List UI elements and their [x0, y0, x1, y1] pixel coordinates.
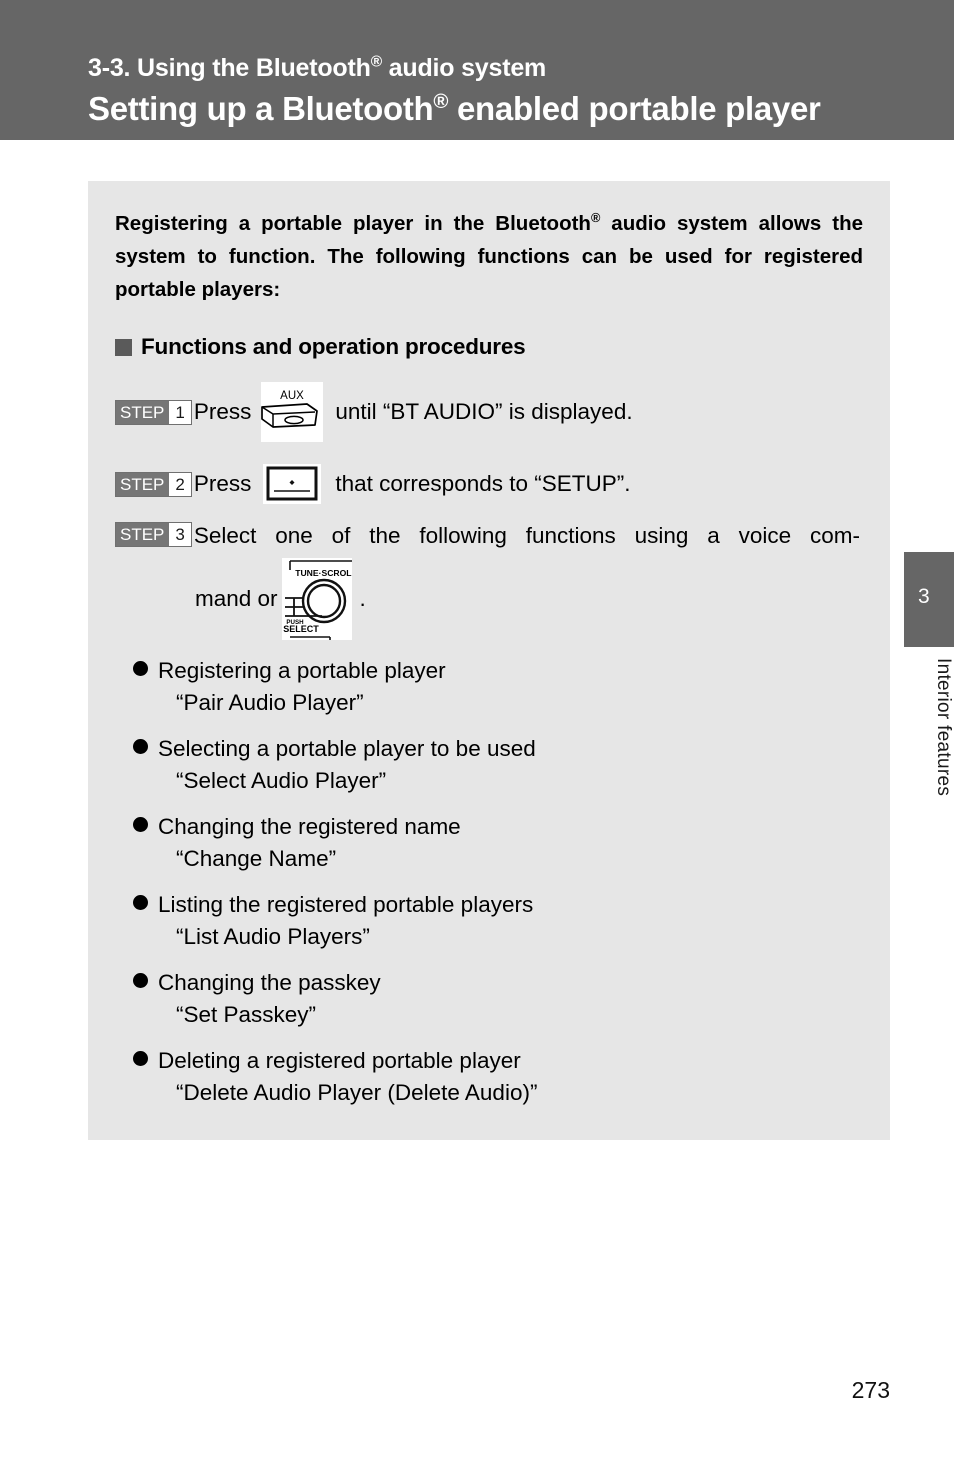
function-command: “List Audio Players” [176, 924, 370, 950]
round-bullet-icon [133, 895, 148, 911]
registered-trademark-icon: ® [590, 210, 601, 226]
chapter-tab: 3 [904, 552, 954, 647]
function-description: Changing the registered name [158, 814, 461, 840]
intro-text-pre: Registering a portable player in the Blu… [115, 212, 591, 235]
svg-text:SELECT: SELECT [283, 624, 319, 634]
page-number: 273 [851, 1377, 890, 1403]
function-command: “Delete Audio Player (Delete Audio)” [176, 1080, 538, 1106]
round-bullet-icon [133, 817, 148, 833]
step-2-text-after: that corresponds to “SETUP”. [335, 470, 631, 496]
step-2-text-before: Press [193, 470, 252, 496]
step-3-continuation: mand or TUNE·SCROLL PUSH SELECT . [195, 558, 860, 641]
function-command: “Select Audio Player” [176, 768, 387, 794]
round-bullet-icon [133, 661, 148, 677]
step-badge-number: 1 [168, 400, 191, 424]
list-item: Selecting a portable player to be used “… [115, 736, 860, 794]
display-select-button-icon[interactable] [263, 464, 322, 504]
step-badge-1: STEP 1 [115, 399, 192, 425]
list-item: Deleting a registered portable player “D… [115, 1048, 860, 1106]
step-3-text-line2-after: . [359, 586, 366, 612]
page-title-pre: Setting up a Bluetooth [88, 90, 434, 127]
step-1-text-before: Press [193, 398, 252, 424]
list-item: Changing the passkey “Set Passkey” [115, 970, 860, 1028]
registered-trademark-icon: ® [433, 90, 449, 113]
function-description: Changing the passkey [158, 970, 381, 996]
function-description: Listing the registered portable players [158, 892, 534, 918]
step-badge-number: 3 [168, 523, 191, 546]
function-command: “Pair Audio Player” [176, 690, 364, 716]
step-row-2: STEP 2 Press that corresponds to “SETUP”. [115, 464, 860, 504]
function-description: Registering a portable player [158, 658, 446, 684]
section-heading: Functions and operation procedures [115, 334, 860, 360]
function-command: “Change Name” [176, 846, 337, 872]
square-bullet-icon [115, 338, 132, 356]
header-section-label-post: audio system [381, 54, 547, 82]
chapter-number: 3 [918, 585, 930, 608]
step-badge-word: STEP [116, 472, 169, 496]
list-item: Changing the registered name “Change Nam… [115, 814, 860, 872]
header-section-label-pre: 3-3. Using the Bluetooth [88, 54, 371, 82]
step-row-1: STEP 1 Press AUX until “BT AUDIO” is disp… [115, 382, 860, 442]
function-command: “Set Passkey” [176, 1002, 317, 1028]
function-list: Registering a portable player “Pair Audi… [115, 658, 860, 1106]
intro-paragraph: Registering a portable player in the Blu… [115, 207, 863, 306]
round-bullet-icon [133, 1051, 148, 1067]
registered-trademark-icon: ® [370, 53, 382, 71]
page-title: Setting up a Bluetooth® enabled portable… [88, 90, 821, 128]
function-description: Deleting a registered portable player [158, 1048, 521, 1074]
step-row-3: STEP 3 Select one of the following functi… [115, 522, 860, 550]
page-header-band: 3-3. Using the Bluetooth® audio system S… [0, 0, 954, 140]
list-item: Listing the registered portable players … [115, 892, 860, 950]
section-heading-label: Functions and operation procedures [141, 334, 526, 359]
function-description: Selecting a portable player to be used [158, 736, 536, 762]
content-panel: Registering a portable player in the Blu… [88, 181, 890, 1140]
tune-scroll-knob-icon[interactable]: TUNE·SCROLL PUSH SELECT [281, 558, 356, 641]
step-badge-2: STEP 2 [115, 471, 192, 497]
step-badge-word: STEP [116, 400, 169, 424]
aux-button-icon[interactable]: AUX [261, 382, 324, 442]
svg-text:TUNE·SCROLL: TUNE·SCROLL [295, 568, 352, 578]
step-badge-word: STEP [116, 523, 169, 546]
step-1-text-after: until “BT AUDIO” is displayed. [335, 398, 633, 424]
step-3-text-line2-before: mand or [195, 586, 278, 612]
round-bullet-icon [133, 973, 148, 989]
step-badge-number: 2 [168, 472, 191, 496]
round-bullet-icon [133, 739, 148, 755]
svg-text:AUX: AUX [281, 390, 305, 402]
list-item: Registering a portable player “Pair Audi… [115, 658, 860, 716]
step-3-text-line1: Select one of the following functions us… [193, 523, 860, 548]
step-badge-3: STEP 3 [115, 522, 192, 547]
page-title-post: enabled portable player [448, 90, 821, 127]
header-section-label: 3-3. Using the Bluetooth® audio system [88, 54, 546, 83]
chapter-label: Interior features [933, 658, 954, 797]
